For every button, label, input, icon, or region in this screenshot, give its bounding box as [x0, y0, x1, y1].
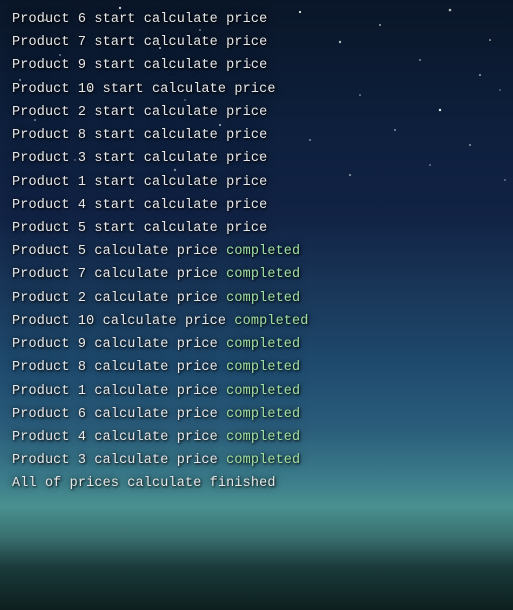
log-line: Product 9 start calculate price [12, 54, 501, 77]
log-line: Product 7 calculate price completed [12, 263, 501, 286]
completed-badge: completed [226, 337, 300, 352]
completed-badge: completed [226, 267, 300, 282]
log-line: Product 6 start calculate price [12, 8, 501, 31]
log-line: Product 7 start calculate price [12, 31, 501, 54]
log-line: Product 2 calculate price completed [12, 287, 501, 310]
log-line: Product 10 calculate price completed [12, 310, 501, 333]
log-line: Product 3 start calculate price [12, 147, 501, 170]
completed-badge: completed [226, 407, 300, 422]
log-line: Product 4 start calculate price [12, 194, 501, 217]
completed-badge: completed [226, 453, 300, 468]
log-line: Product 3 calculate price completed [12, 449, 501, 472]
log-line: Product 6 calculate price completed [12, 403, 501, 426]
completed-badge: completed [226, 430, 300, 445]
log-container: Product 6 start calculate priceProduct 7… [0, 0, 513, 610]
log-line: Product 9 calculate price completed [12, 333, 501, 356]
log-line: Product 4 calculate price completed [12, 426, 501, 449]
log-line: All of prices calculate finished [12, 472, 501, 495]
log-line: Product 1 start calculate price [12, 171, 501, 194]
completed-badge: completed [226, 291, 300, 306]
completed-badge: completed [226, 360, 300, 375]
completed-badge: completed [234, 314, 308, 329]
log-line: Product 8 calculate price completed [12, 356, 501, 379]
log-line: Product 8 start calculate price [12, 124, 501, 147]
log-line: Product 2 start calculate price [12, 101, 501, 124]
log-line: Product 1 calculate price completed [12, 380, 501, 403]
completed-badge: completed [226, 244, 300, 259]
log-line: Product 10 start calculate price [12, 78, 501, 101]
log-line: Product 5 start calculate price [12, 217, 501, 240]
completed-badge: completed [226, 384, 300, 399]
log-line: Product 5 calculate price completed [12, 240, 501, 263]
